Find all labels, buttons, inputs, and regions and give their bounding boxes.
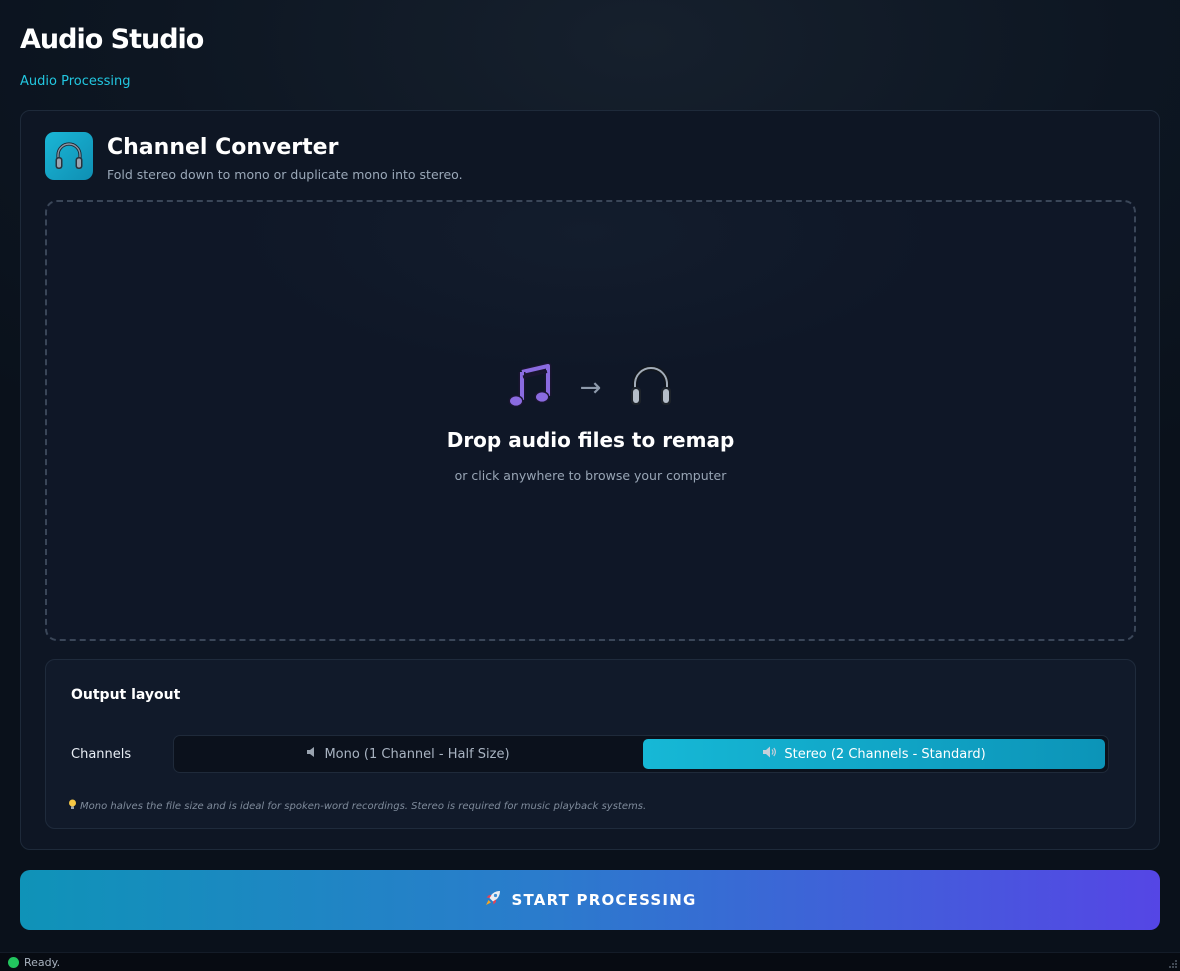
status-text: Ready. <box>24 955 61 969</box>
arrow-right-icon: → <box>579 373 602 403</box>
tool-description: Fold stereo down to mono or duplicate mo… <box>107 167 463 182</box>
lightbulb-icon <box>68 799 77 813</box>
converter-panel: Channel Converter Fold stereo down to mo… <box>20 110 1160 850</box>
settings-title: Output layout <box>71 687 181 703</box>
rocket-icon <box>484 889 502 911</box>
app-subtitle: Audio Processing <box>20 74 131 89</box>
file-dropzone[interactable]: → Drop audio files to remap or click any… <box>45 200 1136 641</box>
speaker-high-icon <box>762 745 778 763</box>
start-processing-button[interactable]: START PROCESSING <box>20 870 1160 930</box>
status-bar: Ready. <box>0 952 1180 971</box>
dropzone-icons: → <box>47 362 1134 414</box>
dropzone-title: Drop audio files to remap <box>446 428 735 452</box>
tool-title: Channel Converter <box>107 135 339 160</box>
mono-option-button[interactable]: Mono (1 Channel - Half Size) <box>177 739 639 769</box>
resize-grip-icon[interactable] <box>1168 959 1178 969</box>
music-note-icon <box>506 362 554 414</box>
hint-text: Mono halves the file size and is ideal f… <box>80 800 647 812</box>
channels-label: Channels <box>71 747 132 762</box>
channels-hint: Mono halves the file size and is ideal f… <box>68 799 646 813</box>
stereo-option-label: Stereo (2 Channels - Standard) <box>784 746 986 762</box>
output-layout-section: Output layout Channels Mono (1 Channel -… <box>45 659 1136 829</box>
speaker-low-icon <box>306 746 318 762</box>
headphones-icon <box>627 362 675 414</box>
start-processing-label: START PROCESSING <box>511 891 697 909</box>
dropzone-subtitle: or click anywhere to browse your compute… <box>454 468 727 483</box>
status-indicator-icon <box>8 956 19 968</box>
mono-option-label: Mono (1 Channel - Half Size) <box>324 746 510 762</box>
headphones-icon <box>45 132 93 180</box>
channels-segmented-control: Mono (1 Channel - Half Size) Stereo (2 C… <box>173 735 1109 773</box>
app-title: Audio Studio <box>20 24 204 55</box>
stereo-option-button[interactable]: Stereo (2 Channels - Standard) <box>643 739 1105 769</box>
